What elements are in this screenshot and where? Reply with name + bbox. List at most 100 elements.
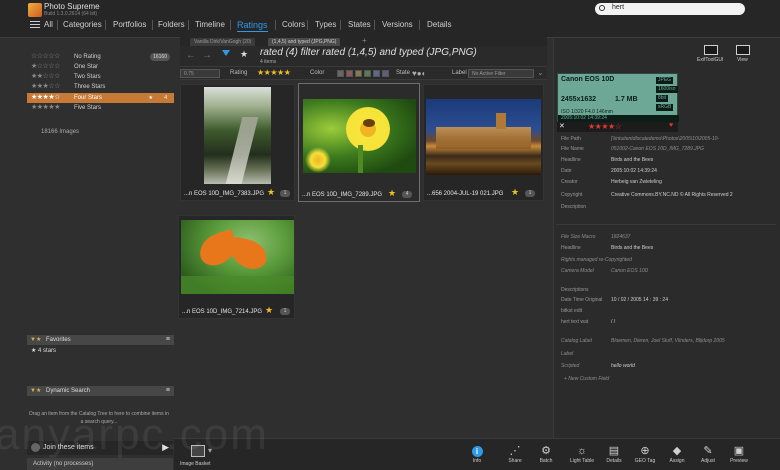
panel-menu-icon[interactable]: ≡ <box>166 335 170 345</box>
adjust-icon: ✎ <box>703 445 713 457</box>
meta-value[interactable]: Canon EOS 10D <box>611 268 648 274</box>
watermark: anyarpc.com <box>0 410 269 459</box>
rating-star-icon[interactable]: ★ <box>265 305 273 316</box>
panel-menu-icon[interactable]: ≡ <box>166 386 170 396</box>
tab-saved-search[interactable]: Vanilla Dirk/VanGogh (20) <box>190 38 256 46</box>
chevron-down-icon[interactable]: ⌄ <box>537 68 544 77</box>
lcd-datetime: 2005:10:02 14:39:24 <box>558 115 679 122</box>
color-swatch-purple[interactable] <box>382 70 389 77</box>
thumbnail-card[interactable]: ...n EOS 10D_IMG_7383.JPG ★ 1 <box>180 84 295 201</box>
menu-categories[interactable]: Categories <box>63 18 102 32</box>
menu-separator <box>188 20 189 30</box>
rating-row-no-rating[interactable]: ☆☆☆☆☆ No Rating 16160 <box>27 52 174 62</box>
favorite-item[interactable]: ★ 4 stars <box>31 347 56 354</box>
meta-label: Camera Model <box>561 268 594 274</box>
meta-value[interactable]: Birds and the Bees <box>611 157 653 163</box>
menu-timeline[interactable]: Timeline <box>195 18 225 32</box>
adjust-button[interactable]: ✎ Adjust <box>695 444 721 464</box>
menu-all[interactable]: All <box>44 18 53 32</box>
menu-details[interactable]: Details <box>427 18 451 32</box>
exiftool-label[interactable]: ExifToolGUI <box>697 57 723 63</box>
meta-value[interactable]: Creative Commons.BY.NC.ND © All Rights R… <box>611 192 776 198</box>
hamburger-menu-icon[interactable] <box>30 19 40 30</box>
meta-value[interactable]: hello world <box>611 363 635 369</box>
menu-separator <box>230 20 231 30</box>
label-dropdown[interactable]: No Active Filter <box>468 69 534 78</box>
meta-value[interactable]: Birds and the Bees <box>611 245 653 251</box>
version-badge: 1 <box>525 190 535 197</box>
tab-current-filter[interactable]: (1,4,5) and typed (JPG,PNG) <box>268 38 341 46</box>
rating-star-icon[interactable]: ★ <box>388 188 396 199</box>
geo-tag-button[interactable]: ⊕ GEO Tag <box>630 444 660 464</box>
light-table-button[interactable]: ☼ Light Table <box>565 444 599 464</box>
back-arrow-icon[interactable]: ← <box>186 50 196 61</box>
color-swatch-blue[interactable] <box>373 70 380 77</box>
thumbnail-card[interactable]: ...n EOS 10D_IMG_7214.JPG ★ 1 <box>178 215 295 319</box>
rating-row-one-star[interactable]: ★☆☆☆☆ One Star <box>27 62 174 72</box>
forward-arrow-icon[interactable]: → <box>202 50 212 61</box>
thumbnail-card[interactable]: ...n EOS 10D_IMG_7289.JPG ★ 4 <box>298 83 420 202</box>
meta-value[interactable]: Bloemen, Dieren, Joel Stuff, Vlinders, B… <box>611 338 776 344</box>
rating-row-five-stars[interactable]: ★★★★★ Five Stars <box>27 103 174 113</box>
meta-value[interactable]: 1824637 <box>611 234 630 240</box>
menu-states[interactable]: States <box>348 18 371 32</box>
meta-label: bitkst edit <box>561 308 583 314</box>
thumbnail-card[interactable]: ...656 2004-JUL-19 021.JPG ★ 1 <box>423 84 544 201</box>
favorites-header[interactable]: ▼★ Favorites ≡ <box>27 335 174 345</box>
search-input[interactable]: hert <box>595 3 745 15</box>
rating-stars[interactable]: ★★★★☆ <box>588 122 622 131</box>
add-tab-icon[interactable]: + <box>362 36 367 45</box>
color-swatch-green[interactable] <box>364 70 371 77</box>
meta-value[interactable]: / / <box>611 319 615 325</box>
star-rating-icon: ★★★☆☆ <box>31 83 60 90</box>
preview-button[interactable]: ▣ Preview <box>726 444 752 464</box>
thumbnail-filename: ...n EOS 10D_IMG_7289.JPG <box>302 192 383 198</box>
color-swatch-red[interactable] <box>346 70 353 77</box>
view-icon[interactable] <box>736 45 750 55</box>
thumbnail-image <box>204 87 271 184</box>
menu-ratings[interactable]: Ratings <box>237 18 268 32</box>
menu-versions[interactable]: Versions <box>382 18 413 32</box>
filter-funnel-icon[interactable] <box>222 50 230 56</box>
meta-value[interactable]: Herbeig van Zwieteling <box>611 179 662 185</box>
menu-types[interactable]: Types <box>315 18 336 32</box>
exiftool-icon[interactable] <box>704 45 718 55</box>
meta-value[interactable]: [\\intuitentdlocatedemo\Photos\2005\10\2… <box>611 136 776 142</box>
rating-row-three-stars[interactable]: ★★★☆☆ Three Stars <box>27 82 174 92</box>
assign-button[interactable]: ◆ Assign <box>664 444 690 464</box>
menu-colors[interactable]: Colors <box>282 18 305 32</box>
new-custom-field-button[interactable]: + New Custom Field <box>564 376 609 382</box>
menu-separator <box>307 20 308 30</box>
details-button[interactable]: ▤ Details <box>601 444 627 464</box>
divider <box>556 224 776 225</box>
filter-item-count: 4 items <box>260 59 277 65</box>
meta-value[interactable]: 2005:10:02 14:39:24 <box>611 168 657 174</box>
zoom-dropdown[interactable]: 0.75 <box>180 69 220 78</box>
view-label[interactable]: View <box>737 57 748 63</box>
batch-button[interactable]: ⚙ Batch <box>533 444 559 464</box>
meta-label: Headline <box>561 245 581 251</box>
color-swatch-none[interactable] <box>337 70 344 77</box>
star-filter-icon[interactable]: ★ <box>240 49 248 60</box>
version-badge: 1 <box>280 308 290 315</box>
image-basket-label[interactable]: Image Basket <box>180 461 211 467</box>
rating-star-icon[interactable]: ★ <box>511 187 519 198</box>
app-name: Photo Supreme <box>44 2 100 11</box>
menu-portfolios[interactable]: Portfolios <box>113 18 146 32</box>
info-button[interactable]: i Info <box>466 444 488 464</box>
rating-row-two-stars[interactable]: ★★☆☆☆ Two Stars <box>27 72 174 82</box>
rating-filter-stars[interactable]: ★★★★★ <box>257 68 291 77</box>
meta-value[interactable]: 051002-Canon EOS 10D_IMG_7289.JPG <box>611 146 704 152</box>
meta-value[interactable]: 10 / 02 / 2005 14 : 39 : 24 <box>611 297 668 303</box>
version-badge: 1 <box>280 190 290 197</box>
menu-folders[interactable]: Folders <box>158 18 185 32</box>
rating-row-four-stars[interactable]: ★★★★☆ Four Stars ★ 4 <box>27 93 174 103</box>
color-swatch-yellow[interactable] <box>355 70 362 77</box>
heart-icon[interactable]: ♥ <box>669 122 673 129</box>
rating-star-icon[interactable]: ★ <box>267 187 275 198</box>
dynamic-search-header[interactable]: ▼★ Dynamic Search ≡ <box>27 386 174 396</box>
state-icons[interactable]: ♥●◐ <box>412 69 426 78</box>
meta-label: File Path <box>561 136 581 142</box>
share-button[interactable]: ⋰ Share <box>502 444 528 464</box>
close-icon[interactable]: ✕ <box>559 122 565 130</box>
